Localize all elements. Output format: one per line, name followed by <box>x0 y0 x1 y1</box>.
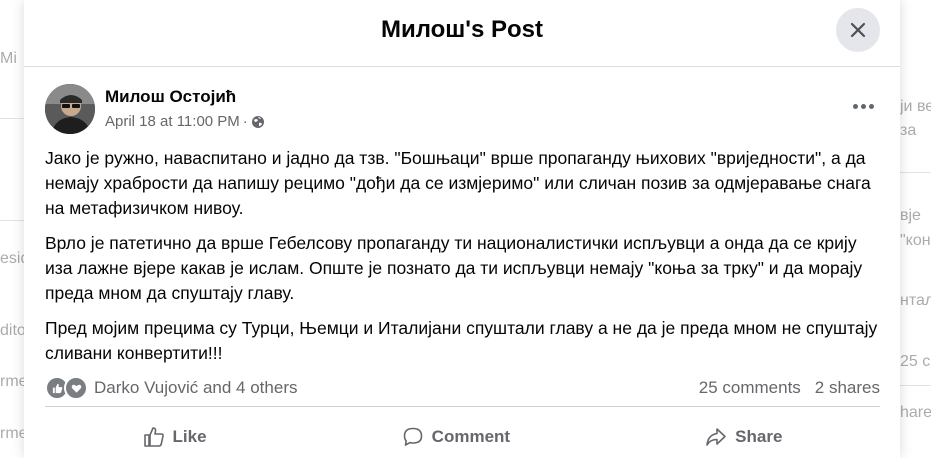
background-text-fragment: dito <box>0 322 26 339</box>
more-dot-icon <box>852 103 858 109</box>
reactions-bar: Darko Vujović and 4 others 25 comments 2… <box>45 370 880 407</box>
like-label: Like <box>172 427 207 446</box>
background-divider <box>900 172 931 173</box>
globe-icon[interactable] <box>251 115 265 129</box>
post-meta: April 18 at 11:00 PM · <box>105 113 265 130</box>
like-icon <box>143 427 164 447</box>
comment-label: Comment <box>431 427 511 446</box>
post-actions: Like Comment Share <box>45 412 880 458</box>
comments-count[interactable]: 25 comments <box>699 378 801 398</box>
background-text-fragment: hare <box>900 404 931 421</box>
modal-title: Милош's Post <box>380 16 544 43</box>
background-text-fragment: за <box>900 122 917 139</box>
background-divider <box>900 385 931 386</box>
more-dot-icon <box>868 103 874 109</box>
background-text-fragment: Mi <box>0 50 17 67</box>
share-button[interactable]: Share <box>685 420 802 454</box>
background-text-fragment: нтали <box>900 292 931 309</box>
share-label: Share <box>735 427 783 446</box>
background-divider <box>0 118 24 119</box>
post-paragraph: Пред мојим прецима су Турци, Њемци и Ита… <box>45 318 878 363</box>
avatar[interactable] <box>45 84 95 134</box>
reaction-names[interactable]: Darko Vujović and 4 others <box>94 378 297 398</box>
like-button[interactable]: Like <box>123 420 227 454</box>
more-dot-icon <box>860 103 866 109</box>
shares-count[interactable]: 2 shares <box>815 378 880 398</box>
engagement-counts: 25 comments 2 shares <box>699 378 880 398</box>
post-body: Јако је ружно, наваспитано и јадно да тз… <box>45 146 885 376</box>
post-paragraph: Врло је патетично да врше Гебелсову проп… <box>45 233 863 303</box>
comment-button[interactable]: Comment <box>382 420 530 454</box>
post-paragraph: Јако је ружно, наваспитано и јадно да тз… <box>45 148 871 218</box>
background-text-fragment: вје <box>900 207 921 224</box>
background-right-panel <box>900 0 931 458</box>
share-icon <box>706 428 726 446</box>
modal-header: Милош's Post <box>24 0 900 67</box>
background-text-fragment: "кон <box>900 232 931 249</box>
close-icon <box>850 22 866 38</box>
more-options-button[interactable] <box>848 95 878 117</box>
background-text-fragment: 25 c <box>900 353 931 370</box>
comment-icon <box>403 427 422 446</box>
meta-separator: · <box>242 113 248 130</box>
reactions-summary[interactable]: Darko Vujović and 4 others <box>45 376 297 400</box>
background-text-fragment: ји ве <box>900 98 931 115</box>
avatar-image <box>45 84 95 134</box>
close-button[interactable] <box>836 8 880 52</box>
post-timestamp[interactable]: April 18 at 11:00 PM <box>105 113 240 130</box>
love-reaction-icon <box>64 376 88 400</box>
author-name[interactable]: Милош Остојић <box>105 87 236 107</box>
background-divider <box>0 220 24 221</box>
post-modal: Милош's Post Милош Остојић April 18 at 1… <box>24 0 900 458</box>
